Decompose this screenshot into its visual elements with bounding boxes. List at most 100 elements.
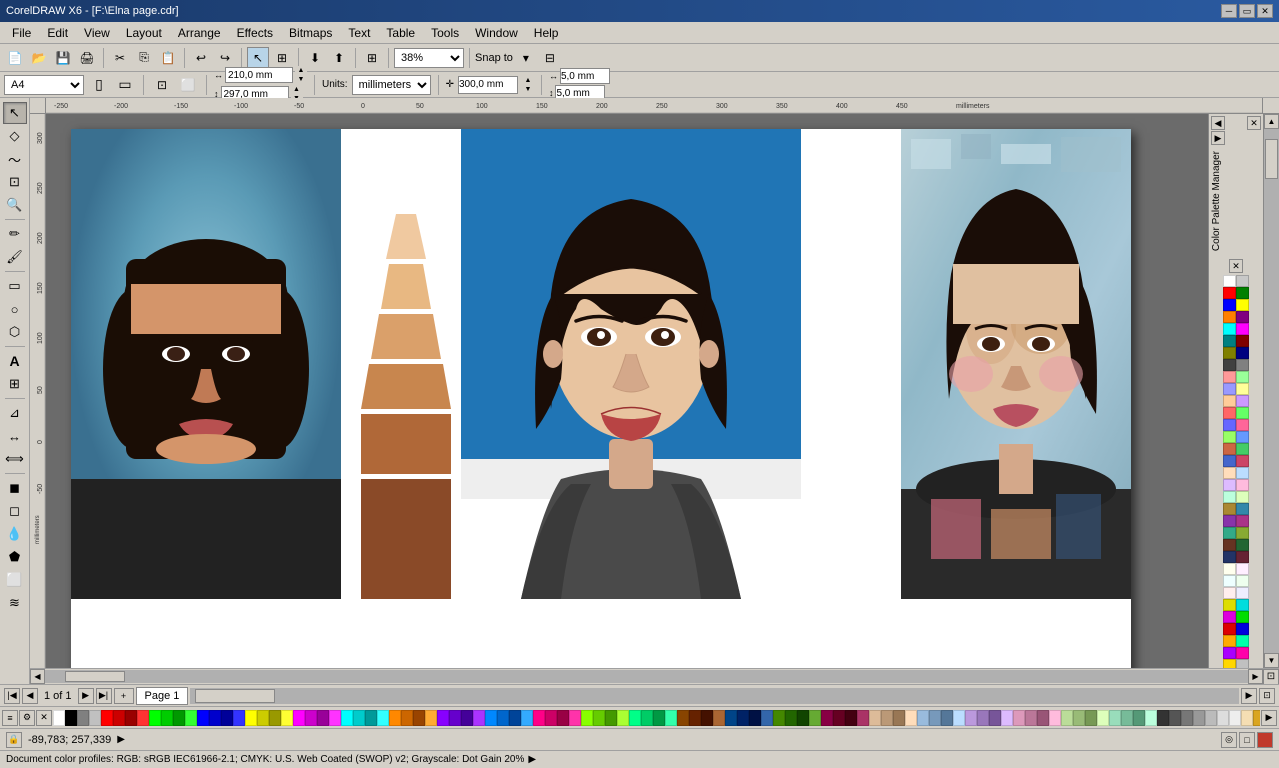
color-swatch[interactable] (1223, 323, 1236, 335)
color-swatch[interactable] (1236, 371, 1249, 383)
status-lock-btn[interactable]: 🔒 (6, 732, 22, 748)
color-swatch[interactable] (1236, 359, 1249, 371)
menu-view[interactable]: View (76, 24, 118, 42)
color-bar-swatch[interactable] (365, 710, 377, 726)
color-bar-swatch[interactable] (797, 710, 809, 726)
color-swatch[interactable] (1223, 299, 1236, 311)
scroll-thumb-v[interactable] (1265, 139, 1278, 179)
canvas-drawing-area[interactable] (46, 114, 1208, 668)
color-swatch[interactable] (1223, 407, 1236, 419)
color-bar-swatch[interactable] (665, 710, 677, 726)
crop-tool[interactable]: ⊡ (3, 171, 27, 193)
color-bar-swatch[interactable] (1061, 710, 1073, 726)
open-button[interactable]: 📂 (28, 47, 50, 69)
color-bar-swatch[interactable] (881, 710, 893, 726)
color-swatch[interactable] (1223, 443, 1236, 455)
color-swatch[interactable] (1236, 419, 1249, 431)
color-bar-swatch[interactable] (173, 710, 185, 726)
table-tool[interactable]: ⊞ (3, 373, 27, 395)
color-swatch[interactable] (1223, 515, 1236, 527)
color-bar-swatch[interactable] (317, 710, 329, 726)
rectangle-tool[interactable]: ▭ (3, 275, 27, 297)
color-bar-swatch[interactable] (473, 710, 485, 726)
color-swatch[interactable] (1223, 575, 1236, 587)
color-swatch[interactable] (1223, 623, 1236, 635)
color-swatch[interactable] (1236, 407, 1249, 419)
color-swatch[interactable] (1236, 347, 1249, 359)
add-page-btn[interactable]: + (114, 688, 134, 704)
color-swatch[interactable] (1236, 383, 1249, 395)
zoom-tool[interactable]: 🔍 (3, 194, 27, 216)
color-bar-swatch[interactable] (1049, 710, 1061, 726)
width-up[interactable]: ▲ (295, 66, 307, 75)
color-swatch[interactable] (1223, 659, 1236, 668)
color-bar-swatch[interactable] (689, 710, 701, 726)
color-swatch[interactable] (1223, 287, 1236, 299)
menu-layout[interactable]: Layout (118, 24, 170, 42)
color-bar-swatch[interactable] (821, 710, 833, 726)
color-swatch[interactable] (1223, 539, 1236, 551)
color-swatch[interactable] (1223, 347, 1236, 359)
color-swatch[interactable] (1223, 527, 1236, 539)
color-bar-swatch[interactable] (1133, 710, 1145, 726)
palette-right-arrow[interactable]: ▶ (1211, 131, 1225, 145)
color-swatch[interactable] (1223, 503, 1236, 515)
color-bar-swatch[interactable] (1181, 710, 1193, 726)
color-bar-swatch[interactable] (977, 710, 989, 726)
menu-table[interactable]: Table (378, 24, 423, 42)
color-bar-swatch[interactable] (725, 710, 737, 726)
color-bar-swatch[interactable] (1025, 710, 1037, 726)
color-swatch[interactable] (1236, 287, 1249, 299)
paste-button[interactable]: 📋 (157, 47, 179, 69)
smear-tool[interactable]: 〜 (3, 148, 27, 170)
minimize-button[interactable]: ─ (1221, 4, 1237, 18)
color-bar-swatch[interactable] (425, 710, 437, 726)
color-bar-swatch[interactable] (1037, 710, 1049, 726)
page-tab[interactable]: Page 1 (136, 687, 189, 705)
color-bar-swatch[interactable] (89, 710, 101, 726)
color-bar-swatch[interactable] (677, 710, 689, 726)
color-swatch[interactable] (1223, 383, 1236, 395)
color-bar-swatch[interactable] (257, 710, 269, 726)
color-bar-swatch[interactable] (149, 710, 161, 726)
hscroll-right-end[interactable]: ▶ (1241, 688, 1257, 704)
color-bar-swatch[interactable] (569, 710, 581, 726)
last-page-btn[interactable]: ▶| (96, 688, 112, 704)
freehand-tool[interactable]: ✏ (3, 223, 27, 245)
menu-text[interactable]: Text (340, 24, 378, 42)
print-button[interactable]: 🖨 (76, 47, 98, 69)
color-swatch[interactable] (1223, 455, 1236, 467)
color-swatch[interactable] (1223, 647, 1236, 659)
color-swatch[interactable] (1236, 647, 1249, 659)
color-bar-swatch[interactable] (749, 710, 761, 726)
color-swatch[interactable] (1236, 431, 1249, 443)
color-swatch[interactable] (1223, 395, 1236, 407)
color-bar-swatch[interactable] (185, 710, 197, 726)
color-swatch[interactable] (1236, 395, 1249, 407)
hscroll-extra[interactable] (190, 688, 1239, 704)
page-size-select[interactable]: A4A3Letter (4, 75, 84, 95)
color-bar-swatch[interactable] (965, 710, 977, 726)
color-bar-swatch[interactable] (701, 710, 713, 726)
color-swatch[interactable] (1223, 551, 1236, 563)
export-button[interactable]: ⬆ (328, 47, 350, 69)
color-swatch[interactable] (1236, 335, 1249, 347)
color-bar-swatch[interactable] (245, 710, 257, 726)
menu-tools[interactable]: Tools (423, 24, 467, 42)
palette-close-btn[interactable]: ✕ (1247, 116, 1261, 130)
save-button[interactable]: 💾 (52, 47, 74, 69)
units-select[interactable]: millimetersinchespixels (352, 75, 431, 95)
color-bar-swatch[interactable] (761, 710, 773, 726)
page-canvas[interactable] (71, 129, 1131, 668)
nudge1-input[interactable] (560, 68, 610, 84)
landscape-btn[interactable]: ▭ (114, 74, 136, 96)
color-bar-swatch[interactable] (905, 710, 917, 726)
color-bar-swatch[interactable] (653, 710, 665, 726)
color-bar-swatch[interactable] (629, 710, 641, 726)
fill-indicator[interactable]: □ (1239, 732, 1255, 748)
color-swatch[interactable] (1236, 491, 1249, 503)
color-bar-swatch[interactable] (209, 710, 221, 726)
color-swatch[interactable] (1236, 659, 1249, 668)
color-bar-swatch[interactable] (953, 710, 965, 726)
color-bar-swatch[interactable] (989, 710, 1001, 726)
